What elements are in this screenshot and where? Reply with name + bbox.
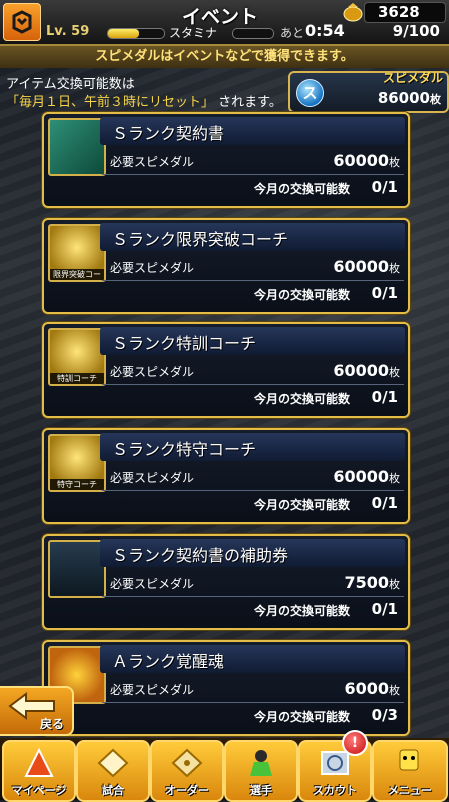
stamina-value: 9/100: [392, 22, 440, 40]
header-bar: イベント 3628 Lv. 59 スタミナ あと 0:54 9/100: [0, 0, 449, 46]
tab-order[interactable]: オーダー: [150, 740, 224, 802]
required-medal-label: 必要スピメダル: [110, 471, 195, 485]
monthly-limit-label: 今月の交換可能数: [253, 288, 350, 302]
item-cost: 6000枚: [344, 679, 400, 698]
item-cost: 60000枚: [333, 467, 400, 486]
monthly-limit-value: 0/1: [371, 284, 398, 302]
item-name: Ｓランク特守コーチ: [112, 440, 257, 459]
item-thumb-caption: 限界突破コーチ: [50, 269, 104, 280]
item-thumb-caption: 特訓コーチ: [50, 373, 104, 384]
tab-menu[interactable]: メニュー: [372, 740, 448, 802]
required-medal-label: 必要スピメダル: [110, 155, 195, 169]
divider: [102, 702, 404, 703]
monthly-limit-value: 0/1: [371, 178, 398, 196]
required-medal-label: 必要スピメダル: [110, 683, 195, 697]
exchange-item-card[interactable]: 特守コーチ Ｓランク特守コーチ必要スピメダル 60000枚今月の交換可能数 0/1: [42, 428, 410, 524]
tab-players[interactable]: 選手: [224, 740, 298, 802]
training-coach-icon: 特訓コーチ: [48, 328, 106, 386]
mypage-icon: [24, 748, 54, 777]
reset-highlight: 「毎月１日、午前３時にリセット」: [6, 95, 215, 110]
coin-count: 3628: [378, 3, 420, 21]
monthly-limit-label: 今月の交換可能数: [253, 604, 350, 618]
item-cost: 60000枚: [333, 361, 400, 380]
back-label: 戻る: [39, 717, 64, 731]
monthly-limit-label: 今月の交換可能数: [253, 710, 350, 724]
stamina-label: スタミナ: [169, 26, 218, 40]
exchange-item-card[interactable]: 特訓コーチ Ｓランク特訓コーチ必要スピメダル 60000枚今月の交換可能数 0/1: [42, 322, 410, 418]
level-progress-bar: [107, 28, 165, 39]
order-icon: [171, 748, 203, 778]
item-thumb-caption: 特守コーチ: [50, 479, 104, 490]
tab-scout-label: スカウト: [313, 784, 357, 797]
tab-mypage-label: マイページ: [11, 784, 67, 797]
medal-value: 86000枚: [377, 89, 441, 107]
player-icon: [250, 750, 272, 776]
stamina-bar: [232, 28, 274, 39]
required-medal-label: 必要スピメダル: [110, 365, 195, 379]
tab-order-label: オーダー: [165, 784, 209, 797]
required-medal-label: 必要スピメダル: [110, 261, 195, 275]
exchange-item-card[interactable]: Ｓランク契約書の補助券必要スピメダル 7500枚今月の交換可能数 0/1: [42, 534, 410, 630]
monthly-limit-label: 今月の交換可能数: [253, 182, 350, 196]
tab-match[interactable]: 試合: [76, 740, 150, 802]
item-cost: 7500枚: [344, 573, 400, 592]
medal-icon: ス: [296, 79, 324, 107]
monthly-limit-label: 今月の交換可能数: [253, 392, 350, 406]
scout-notification-badge: !: [342, 730, 368, 756]
item-name: Ｓランク限界突破コーチ: [112, 230, 289, 249]
reset-text: されます。: [218, 95, 282, 110]
bottom-tab-bar: マイページ 試合 オーダー 選手 スカウト メニュー: [0, 738, 449, 802]
player-level: Lv. 59: [46, 24, 90, 39]
item-name: Ａランク覚醒魂: [112, 652, 225, 671]
monthly-limit-value: 0/1: [371, 600, 398, 618]
menu-icon: [399, 749, 419, 771]
monthly-limit-label: 今月の交換可能数: [253, 498, 350, 512]
item-name: Ｓランク契約書の補助券: [112, 546, 289, 565]
coin-bag-icon: [342, 2, 363, 22]
exchange-item-card[interactable]: 限界突破コーチ Ｓランク限界突破コーチ必要スピメダル 60000枚今月の交換可能数 0…: [42, 218, 410, 314]
tab-match-label: 試合: [102, 784, 124, 797]
monthly-limit-value: 0/1: [371, 494, 398, 512]
medal-label: スピメダル: [382, 71, 443, 85]
stamina-timer: 0:54: [305, 21, 345, 40]
defense-coach-icon: 特守コーチ: [48, 434, 106, 492]
tab-menu-label: メニュー: [388, 784, 432, 797]
tab-players-label: 選手: [250, 784, 272, 797]
item-cost: 60000枚: [333, 151, 400, 170]
team-logo-icon: [3, 3, 41, 41]
exchange-info-line1: アイテム交換可能数は: [6, 77, 135, 92]
notice-banner: スピメダルはイベントなどで獲得できます。: [0, 46, 449, 68]
back-button[interactable]: 戻る: [0, 686, 74, 736]
limit-break-coach-icon: 限界突破コーチ: [48, 224, 106, 282]
item-name: Ｓランク特訓コーチ: [112, 334, 257, 353]
item-cost: 60000枚: [333, 257, 400, 276]
contract-ticket-icon: [48, 540, 106, 598]
divider: [102, 596, 404, 597]
monthly-limit-value: 0/1: [371, 388, 398, 406]
tab-mypage[interactable]: マイページ: [2, 740, 76, 802]
divider: [102, 384, 404, 385]
item-name: Ｓランク契約書: [112, 124, 225, 143]
divider: [102, 490, 404, 491]
contract-book-icon: [48, 118, 106, 176]
recovery-label: あと: [280, 26, 305, 40]
exchange-info-line2: 「毎月１日、午前３時にリセット」 されます。: [6, 91, 282, 110]
medal-balance: ス スピメダル 86000枚: [288, 71, 449, 113]
exchange-item-card[interactable]: Ａランク覚醒魂必要スピメダル 6000枚今月の交換可能数 0/3: [42, 640, 410, 736]
required-medal-label: 必要スピメダル: [110, 577, 195, 591]
exchange-item-card[interactable]: Ｓランク契約書必要スピメダル 60000枚今月の交換可能数 0/1: [42, 112, 410, 208]
divider: [102, 174, 404, 175]
match-icon: [97, 748, 129, 778]
monthly-limit-value: 0/3: [371, 706, 398, 724]
divider: [102, 280, 404, 281]
